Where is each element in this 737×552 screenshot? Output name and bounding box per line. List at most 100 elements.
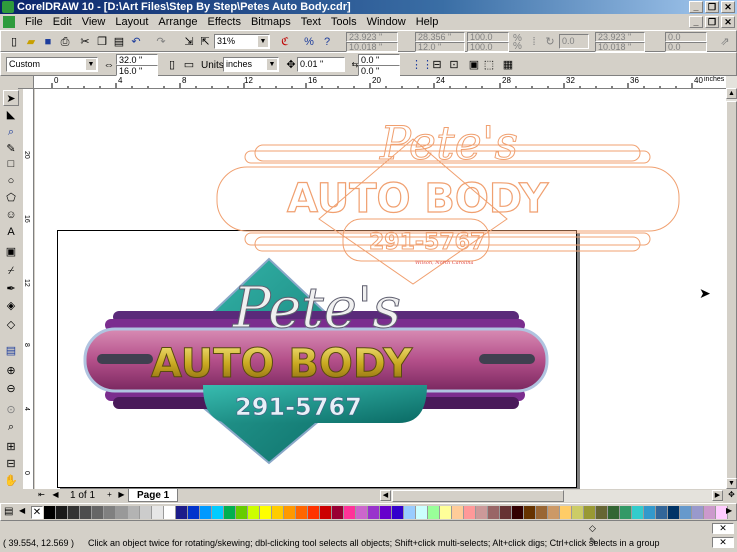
color-swatch[interactable] [464, 506, 476, 519]
doc-minimize-button[interactable]: _ [689, 16, 703, 28]
scroll-down-button[interactable]: ▼ [726, 478, 737, 489]
rotation-icon[interactable]: ↻ [542, 34, 558, 50]
color-swatch[interactable] [344, 506, 356, 519]
color-swatch[interactable] [548, 506, 560, 519]
color-swatch[interactable] [152, 506, 164, 519]
palette-scroll-right-icon[interactable]: ▶ [726, 506, 732, 515]
fill-tool-icon[interactable]: ◈ [3, 298, 19, 314]
color-swatch[interactable] [656, 506, 668, 519]
height-field[interactable]: 12.0 " [415, 42, 465, 52]
coreldraw-app-icon[interactable] [2, 1, 14, 13]
add-page-button[interactable]: + [104, 490, 115, 501]
zoom-all-icon[interactable]: ⌕ [3, 419, 19, 435]
color-swatch[interactable] [140, 506, 152, 519]
portrait-icon[interactable]: ▯ [164, 57, 180, 73]
menu-window[interactable]: Window [362, 14, 411, 30]
color-swatch[interactable] [320, 506, 332, 519]
options-icon[interactable]: ▦ [500, 57, 516, 73]
basic-shapes-icon[interactable]: ☺ [3, 207, 19, 223]
zoom-level-dropdown[interactable]: 31% ▼ [214, 34, 270, 49]
color-swatch[interactable] [524, 506, 536, 519]
color-swatch[interactable] [368, 506, 380, 519]
rotation-angle-field[interactable]: 0.0 [559, 34, 589, 49]
zoom-width-icon[interactable]: ⊞ [3, 439, 19, 455]
color-swatch[interactable] [488, 506, 500, 519]
zoom-out-icon[interactable]: ⊖ [3, 381, 19, 397]
scroll-up-button[interactable]: ▲ [726, 88, 737, 99]
color-swatch[interactable] [164, 506, 176, 519]
vertical-scroll-thumb[interactable] [726, 101, 737, 481]
color-swatch[interactable] [584, 506, 596, 519]
zoom-in-icon[interactable]: ⊕ [3, 363, 19, 379]
pick-tool-icon[interactable]: ➤ [3, 90, 19, 106]
restore-button[interactable]: ❐ [705, 1, 719, 13]
color-swatch[interactable] [188, 506, 200, 519]
scale-width-field[interactable]: 100.0 [467, 32, 509, 42]
ruler-origin-corner[interactable] [18, 76, 34, 89]
duplicate-y-field[interactable]: 0.0 " [358, 65, 400, 76]
eyedropper-tool-icon[interactable]: ⌿ [3, 263, 19, 279]
zoom-selected-icon[interactable]: ⊙ [3, 402, 19, 418]
color-swatch[interactable] [68, 506, 80, 519]
treat-as-filled-icon[interactable]: ▣ [466, 57, 482, 73]
rotation-center-x-field[interactable]: 23.923 " [595, 32, 645, 42]
color-swatch[interactable] [680, 506, 692, 519]
navigator-icon[interactable]: ✥ [726, 490, 737, 502]
vertical-scrollbar[interactable]: ▲ ▼ [726, 76, 737, 489]
rotation-center-y-field[interactable]: 10.018 " [595, 42, 645, 52]
pan-tool-icon[interactable]: ✋ [3, 473, 19, 489]
color-swatch[interactable] [212, 506, 224, 519]
color-swatch[interactable] [236, 506, 248, 519]
position-y-field[interactable]: 10.018 " [346, 42, 398, 52]
color-swatch[interactable] [536, 506, 548, 519]
freehand-tool-icon[interactable]: ✎ [3, 141, 19, 157]
color-swatch[interactable] [620, 506, 632, 519]
apply-transform-icon[interactable]: ⇗ [717, 34, 733, 50]
color-swatch[interactable] [284, 506, 296, 519]
vertical-ruler[interactable]: 20 16 12 8 4 0 [23, 89, 34, 489]
color-swatch[interactable] [704, 506, 716, 519]
color-swatch[interactable] [644, 506, 656, 519]
color-swatch[interactable] [572, 506, 584, 519]
menu-tools[interactable]: Tools [326, 14, 362, 30]
color-swatch[interactable] [404, 506, 416, 519]
new-document-icon[interactable]: ▯ [6, 34, 22, 50]
import-icon[interactable]: ⇲ [181, 34, 197, 50]
shape-tool-icon[interactable]: ◣ [3, 107, 19, 123]
color-swatch[interactable] [104, 506, 116, 519]
menu-arrange[interactable]: Arrange [153, 14, 202, 30]
color-swatch[interactable] [560, 506, 572, 519]
text-tool-icon[interactable]: A [3, 224, 19, 240]
tab-page-1[interactable]: Page 1 [128, 489, 179, 502]
page-width-field[interactable]: 32.0 " [116, 54, 158, 65]
color-swatch[interactable] [176, 506, 188, 519]
nudge-offset-field[interactable]: 0.01 " [297, 57, 345, 72]
menu-text[interactable]: Text [296, 14, 326, 30]
color-swatch[interactable] [80, 506, 92, 519]
fill-color-indicator[interactable]: ✕ [712, 523, 734, 534]
scroll-right-button[interactable]: ▶ [712, 490, 723, 501]
landscape-icon[interactable]: ▭ [181, 57, 197, 73]
close-button[interactable]: ✕ [721, 1, 735, 13]
horizontal-scrollbar[interactable]: ◀ ▶ [380, 490, 723, 502]
scale-height-field[interactable]: 100.0 [467, 42, 509, 52]
zoom-height-icon[interactable]: ⊟ [3, 456, 19, 472]
color-swatch[interactable] [692, 506, 704, 519]
width-field[interactable]: 28.356 " [415, 32, 465, 42]
color-swatch[interactable] [260, 506, 272, 519]
menu-view[interactable]: View [77, 14, 111, 30]
color-swatch[interactable] [92, 506, 104, 519]
color-swatch[interactable] [116, 506, 128, 519]
horizontal-scroll-thumb[interactable] [392, 490, 564, 502]
color-swatch[interactable] [512, 506, 524, 519]
save-icon[interactable]: ■ [40, 34, 56, 50]
no-color-swatch[interactable]: ✕ [31, 506, 43, 519]
color-swatch[interactable] [56, 506, 68, 519]
color-swatch[interactable] [608, 506, 620, 519]
color-swatch[interactable] [272, 506, 284, 519]
minimize-button[interactable]: _ [689, 1, 703, 13]
drawing-canvas[interactable]: Pete's AUTO BODY 291-5767 Wilson, North … [35, 89, 726, 489]
draw-bounding-box-icon[interactable]: ⬚ [481, 57, 497, 73]
horizontal-ruler[interactable]: 0 4 8 12 16 20 24 28 32 36 40 inches [34, 76, 726, 89]
position-x-field[interactable]: 23.923 " [346, 32, 398, 42]
